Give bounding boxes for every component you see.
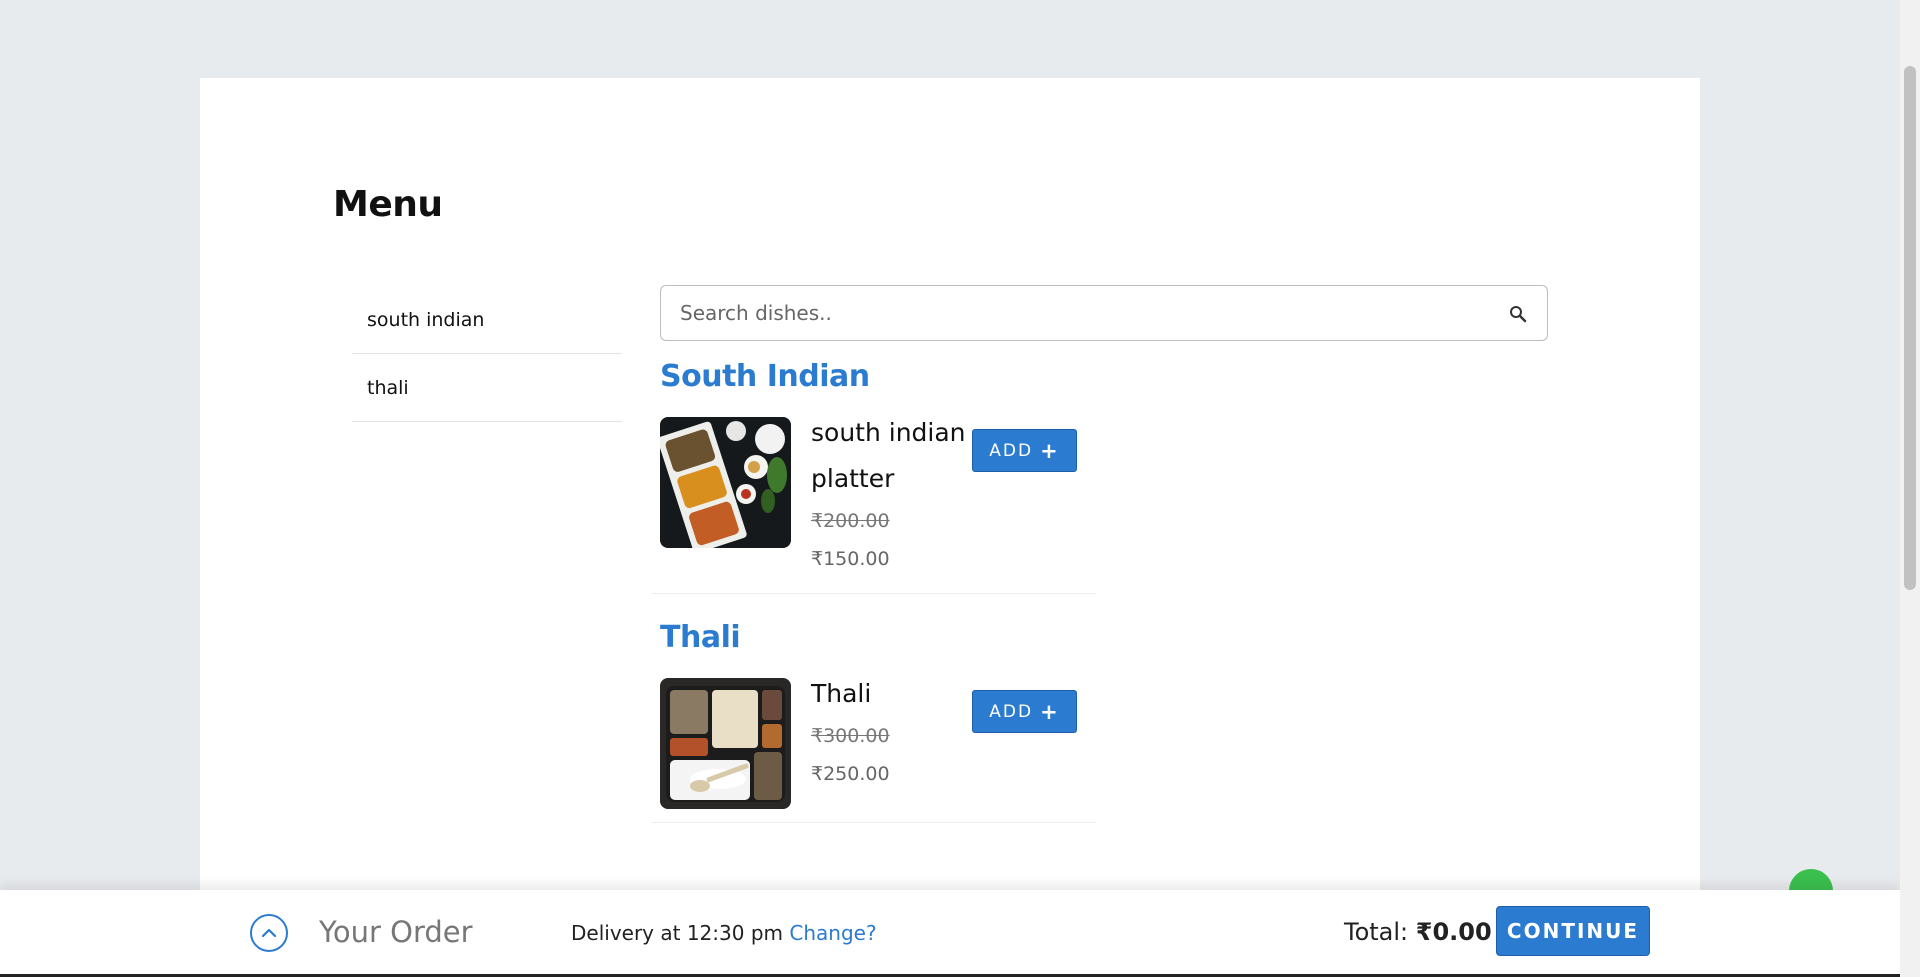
add-south-indian-platter-button[interactable]: ADD + [972, 429, 1077, 472]
scrollbar-thumb[interactable] [1904, 66, 1916, 590]
dish-image-thali [660, 678, 791, 809]
add-button-label: ADD [989, 701, 1034, 722]
dish-item: south indian platter ₹200.00 ₹150.00 ADD… [652, 417, 1096, 594]
sidebar-item-thali[interactable]: thali [352, 354, 622, 422]
dish-item: Thali ₹300.00 ₹250.00 ADD + [652, 678, 1096, 823]
order-footer-bar: Your Order Delivery at 12:30 pm Change? … [0, 890, 1900, 977]
dish-original-price: ₹200.00 [811, 510, 890, 532]
chevron-up-icon [261, 928, 277, 938]
dish-price: ₹150.00 [811, 548, 890, 570]
change-delivery-link[interactable]: Change? [789, 921, 876, 945]
dish-name: Thali [811, 679, 872, 708]
search-box [660, 285, 1548, 341]
page-title: Menu [333, 184, 443, 225]
dish-image-south-indian-platter [660, 417, 791, 548]
menu-content: South Indian [652, 285, 1548, 823]
category-title-south-indian: South Indian [660, 359, 870, 394]
search-icon[interactable] [1509, 305, 1527, 323]
continue-button[interactable]: CONTINUE [1496, 906, 1650, 956]
delivery-info: Delivery at 12:30 pm Change? [571, 916, 877, 950]
menu-page: Menu south indian thali South Indian [200, 78, 1700, 977]
total-amount: ₹0.00 [1415, 918, 1492, 946]
dish-info: Thali ₹300.00 ₹250.00 [811, 678, 969, 822]
order-total: Total: ₹0.00 [1344, 914, 1492, 950]
expand-order-button[interactable] [250, 914, 288, 952]
total-label: Total: [1344, 918, 1409, 946]
add-thali-button[interactable]: ADD + [972, 690, 1077, 733]
category-title-thali: Thali [660, 620, 741, 655]
page-scrollbar[interactable] [1900, 0, 1920, 977]
dish-info: south indian platter ₹200.00 ₹150.00 [811, 417, 969, 593]
plus-icon: + [1040, 699, 1060, 724]
category-sidebar: south indian thali [352, 286, 622, 422]
whatsapp-icon[interactable] [1789, 869, 1833, 890]
sidebar-item-label: thali [367, 376, 409, 399]
your-order-label: Your Order [319, 915, 473, 949]
sidebar-item-label: south indian [367, 308, 485, 331]
dish-name: south indian platter [811, 418, 966, 493]
search-input[interactable] [661, 286, 1547, 340]
dish-price: ₹250.00 [811, 763, 890, 785]
add-button-label: ADD [989, 440, 1034, 461]
delivery-time-text: Delivery at 12:30 pm [571, 921, 784, 945]
dish-original-price: ₹300.00 [811, 725, 890, 747]
plus-icon: + [1040, 438, 1060, 463]
sidebar-item-south-indian[interactable]: south indian [352, 286, 622, 354]
